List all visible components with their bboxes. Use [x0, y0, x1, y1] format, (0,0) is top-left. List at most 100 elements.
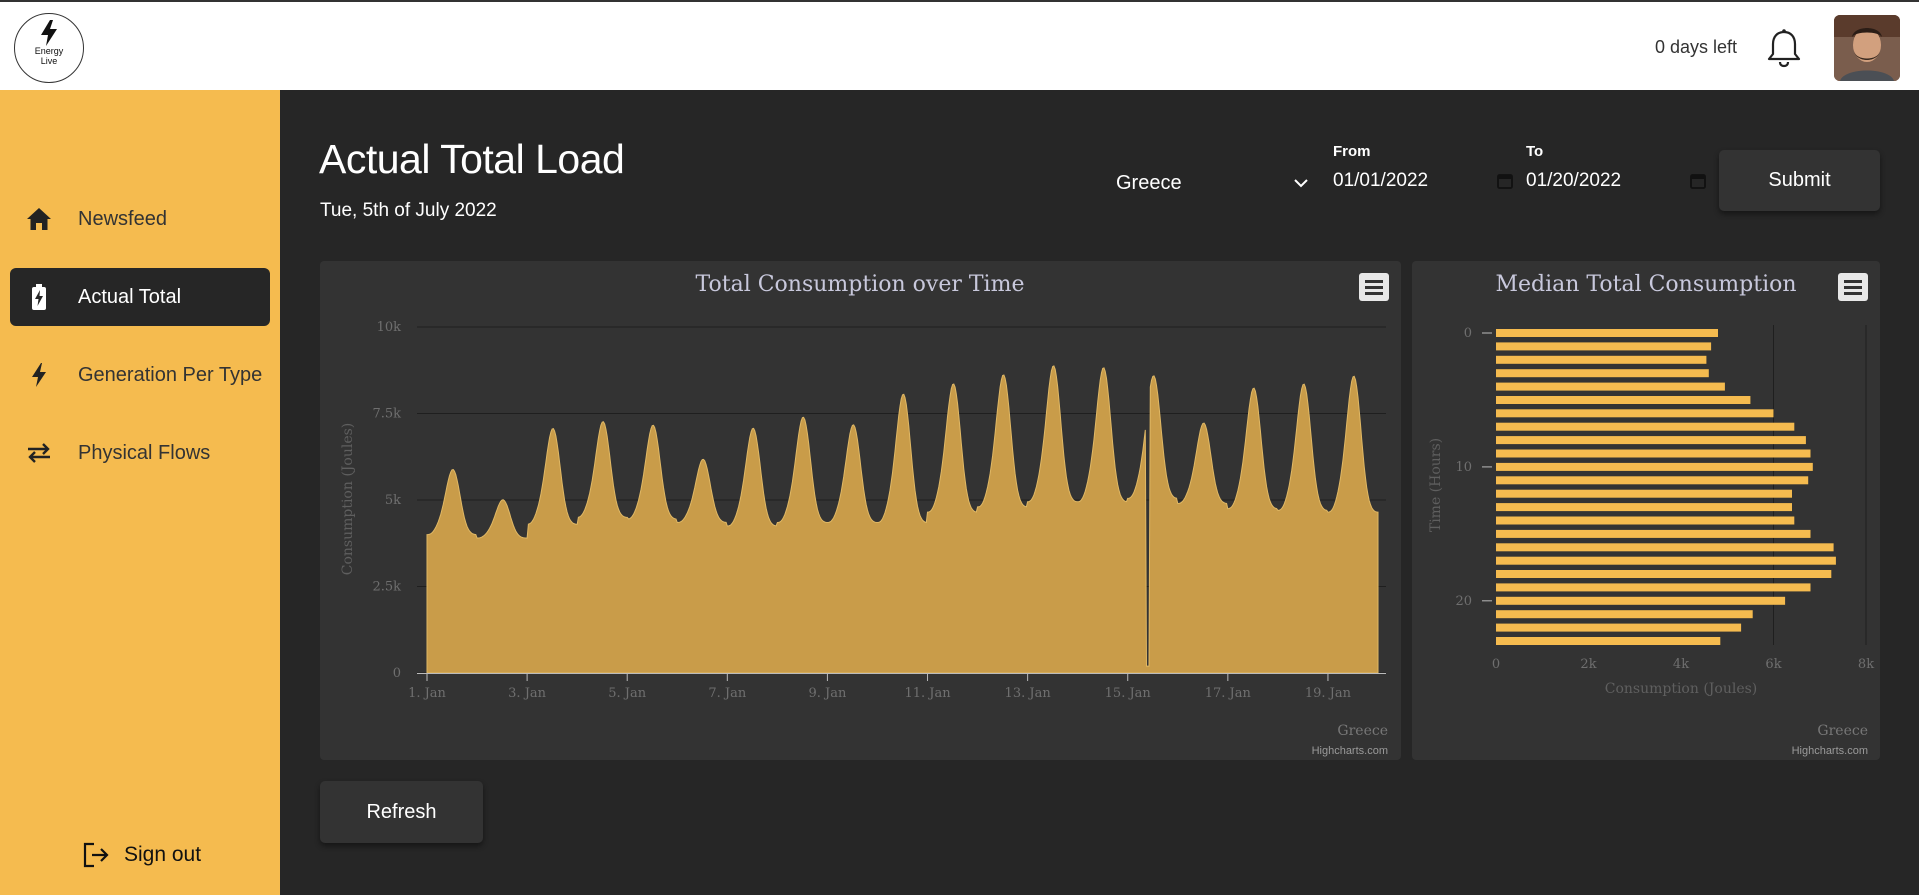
highcharts-credit[interactable]: Highcharts.com: [1312, 745, 1388, 757]
bar-hour-5: [1496, 396, 1751, 404]
area-series-greece: [426, 365, 1379, 674]
y-tick-label: 10: [1455, 460, 1472, 475]
bell-icon[interactable]: [1766, 28, 1802, 68]
x-tick-label: 7. Jan: [708, 686, 746, 701]
bar-hour-12: [1496, 489, 1792, 498]
y-tick-label: 0: [1464, 326, 1472, 341]
battery-charging-icon: [26, 284, 52, 310]
y-tick-label: 20: [1455, 594, 1472, 609]
refresh-button[interactable]: Refresh: [320, 781, 483, 843]
chart-menu-button[interactable]: [1359, 273, 1389, 301]
y-tick-label: 0: [393, 666, 401, 681]
area-chart-svg: Total Consumption over Time 0 2.5k 5k 7.5k 1…: [340, 272, 1389, 757]
chart-source-label: Greece: [1337, 723, 1388, 739]
sidebar-item-generation-per-type[interactable]: Generation Per Type: [10, 346, 270, 404]
x-tick-label: 1. Jan: [408, 686, 446, 701]
sidebar-item-actual-total[interactable]: Actual Total: [10, 268, 270, 326]
bar-hour-16: [1496, 543, 1834, 552]
bar-hour-11: [1496, 476, 1809, 485]
x-tick-label: 15. Jan: [1105, 686, 1152, 701]
to-date-input[interactable]: 01/20/2022: [1526, 164, 1706, 198]
logo-text-line2: Live: [40, 56, 58, 66]
chart-menu-button[interactable]: [1838, 273, 1868, 301]
user-avatar[interactable]: [1834, 15, 1900, 81]
bar-hour-3: [1496, 369, 1709, 378]
bar-hour-18: [1496, 570, 1832, 578]
x-tick-label: 4k: [1673, 657, 1689, 672]
home-icon: [26, 206, 52, 232]
page-date: Tue, 5th of July 2022: [320, 200, 497, 221]
to-label: To: [1526, 143, 1544, 160]
chart-source-label: Greece: [1817, 723, 1868, 739]
x-tick-label: 9. Jan: [808, 686, 846, 701]
trial-days-left: 0 days left: [1655, 37, 1738, 57]
y-tick-label: 7.5k: [372, 407, 401, 422]
sign-out-label: Sign out: [124, 843, 202, 866]
bar-hour-19: [1496, 583, 1811, 592]
sidebar-item-label: Generation Per Type: [78, 363, 263, 386]
highcharts-credit[interactable]: Highcharts.com: [1792, 745, 1868, 757]
bar-hour-4: [1496, 382, 1725, 391]
bar-hour-15: [1496, 529, 1811, 538]
y-tick-label: 10k: [377, 320, 402, 335]
x-tick-label: 5. Jan: [608, 686, 646, 701]
median-consumption-chart: Median Total Consumption 0 2k 4k 6k 8k 0 10 20 …: [1412, 261, 1880, 760]
sidebar-item-label: Actual Total: [78, 285, 182, 308]
sidebar-item-label: Newsfeed: [78, 207, 167, 230]
x-tick-label: 19. Jan: [1305, 686, 1352, 701]
from-date-value: 01/01/2022: [1333, 170, 1429, 191]
calendar-icon[interactable]: [1690, 173, 1706, 189]
chevron-down-icon: [1294, 179, 1308, 188]
from-label: From: [1333, 143, 1371, 160]
bar-hour-17: [1496, 556, 1836, 565]
x-tick-label: 11. Jan: [904, 686, 951, 701]
bar-hour-6: [1496, 409, 1774, 418]
x-axis-title: Consumption (Joules): [1605, 681, 1758, 697]
country-select[interactable]: Greece: [1116, 166, 1308, 200]
submit-button[interactable]: Submit: [1719, 150, 1880, 211]
sidebar-item-label: Physical Flows: [78, 441, 211, 464]
y-axis-title: Time (Hours): [1428, 438, 1444, 532]
sign-out-button[interactable]: Sign out: [82, 842, 201, 868]
sidebar-item-physical-flows[interactable]: Physical Flows: [10, 424, 270, 482]
logout-icon: [82, 842, 110, 868]
x-tick-label: 13. Jan: [1005, 686, 1052, 701]
y-tick-label: 2.5k: [372, 580, 401, 595]
bar-hour-8: [1496, 436, 1806, 445]
sidebar-item-newsfeed[interactable]: Newsfeed: [10, 190, 270, 248]
swap-arrows-icon: [26, 440, 52, 466]
page-title: Actual Total Load: [319, 136, 625, 182]
x-tick-label: 8k: [1858, 657, 1874, 672]
bolt-icon: [41, 20, 57, 46]
bar-hour-22: [1496, 623, 1742, 632]
app-logo[interactable]: Energy Live: [14, 13, 84, 83]
y-tick-label: 5k: [385, 493, 401, 508]
chart-title: Median Total Consumption: [1495, 272, 1796, 297]
bar-hour-10: [1496, 462, 1813, 471]
country-select-value: Greece: [1116, 171, 1182, 194]
x-tick-label: 3. Jan: [508, 686, 546, 701]
bar-hour-21: [1496, 610, 1753, 619]
calendar-icon[interactable]: [1497, 173, 1513, 189]
x-tick-label: 2k: [1580, 657, 1596, 672]
bar-chart-svg: Median Total Consumption 0 2k 4k 6k 8k01020 …: [1428, 272, 1874, 757]
top-bar: Energy Live 0 days left: [0, 0, 1919, 90]
bar-hour-1: [1496, 342, 1712, 351]
from-date-input[interactable]: 01/01/2022: [1333, 164, 1513, 198]
consumption-over-time-chart: Total Consumption over Time 0 2.5k 5k 7.5k 1…: [320, 261, 1401, 760]
x-tick-label: 0: [1492, 657, 1500, 672]
sidebar: Newsfeed Actual Total Generation Per Typ…: [0, 90, 280, 895]
x-tick-label: 17. Jan: [1205, 686, 1252, 701]
y-axis-title: Consumption (Joules): [340, 423, 356, 576]
bar-hour-0: [1496, 329, 1718, 337]
bar-hour-13: [1496, 503, 1792, 512]
bar-hour-7: [1496, 422, 1795, 431]
bar-hour-2: [1496, 355, 1707, 364]
bar-hour-9: [1496, 449, 1811, 458]
bar-hour-14: [1496, 516, 1795, 525]
bar-hour-23: [1496, 637, 1721, 645]
bar-hour-20: [1496, 596, 1786, 605]
bolt-icon: [26, 362, 52, 388]
to-date-value: 01/20/2022: [1526, 170, 1622, 191]
logo-text-line1: Energy: [34, 46, 64, 56]
